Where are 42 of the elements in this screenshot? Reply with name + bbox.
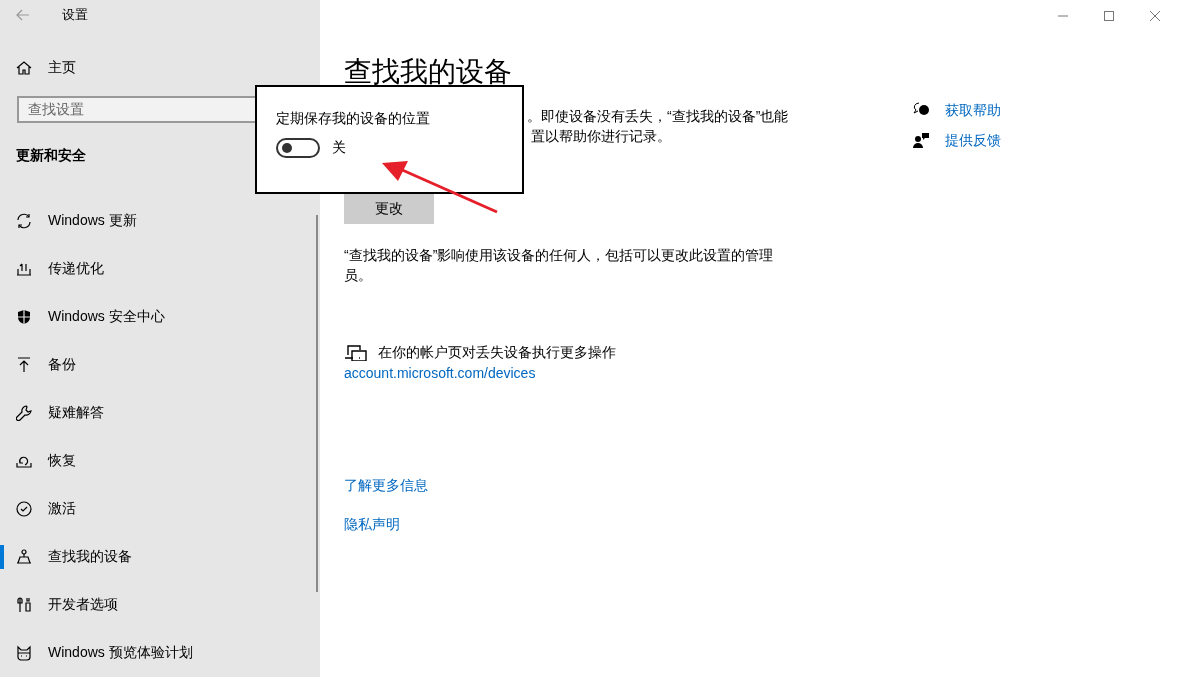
nav-item[interactable]: 备份: [0, 341, 320, 389]
info-link[interactable]: 隐私声明: [344, 514, 400, 534]
description-text: 置以帮助你进行记录。: [531, 127, 672, 146]
upload-tray-icon: [16, 261, 32, 277]
location-toggle[interactable]: [276, 137, 320, 158]
window-title: 设置: [62, 6, 88, 25]
note-text: “查找我的设备”影响使用该设备的任何人，包括可以更改此设置的管理员。: [344, 246, 775, 285]
section-heading: 更新和安全: [16, 146, 86, 165]
maximize-icon: [1104, 11, 1114, 21]
toggle-state-label: 关: [332, 138, 346, 157]
back-button[interactable]: [16, 9, 30, 22]
upload-arrow-icon: [16, 357, 32, 373]
cat-icon: [16, 645, 32, 661]
devices-icon: [344, 344, 367, 361]
nav-item[interactable]: 查找我的设备: [0, 533, 320, 581]
description-text: 。即使设备没有丢失，“查找我的设备”也能: [527, 107, 789, 126]
page-title: 查找我的设备: [344, 55, 512, 89]
refresh-icon: [16, 213, 32, 229]
help-link[interactable]: 获取帮助: [945, 99, 1001, 121]
nav-item[interactable]: Windows 更新: [0, 197, 320, 245]
nav-item[interactable]: Windows 预览体验计划: [0, 629, 320, 677]
wrench-icon: [16, 405, 32, 421]
nav-item[interactable]: 开发者选项: [0, 581, 320, 629]
back-arrow-icon: [16, 9, 30, 22]
nav-item[interactable]: 传递优化: [0, 245, 320, 293]
person-location-icon: [16, 549, 32, 565]
scrollbar-thumb[interactable]: [316, 215, 318, 592]
feedback-person-icon: [913, 132, 930, 148]
tools-icon: [16, 597, 32, 613]
nav-item[interactable]: 恢复: [0, 437, 320, 485]
nav-item[interactable]: 激活: [0, 485, 320, 533]
home-item[interactable]: 主页: [16, 53, 320, 82]
shield-icon: [16, 309, 32, 325]
nav-item[interactable]: 疑难解答: [0, 389, 320, 437]
home-icon: [16, 59, 32, 76]
account-text: 在你的帐户页对丢失设备执行更多操作: [378, 343, 616, 362]
info-link[interactable]: 了解更多信息: [344, 475, 428, 495]
change-button[interactable]: 更改: [344, 193, 434, 224]
account-link[interactable]: account.microsoft.com/devices: [344, 363, 536, 383]
feedback-link[interactable]: 提供反馈: [945, 129, 1001, 151]
check-circle-icon: [16, 501, 32, 517]
close-icon: [1150, 11, 1160, 21]
